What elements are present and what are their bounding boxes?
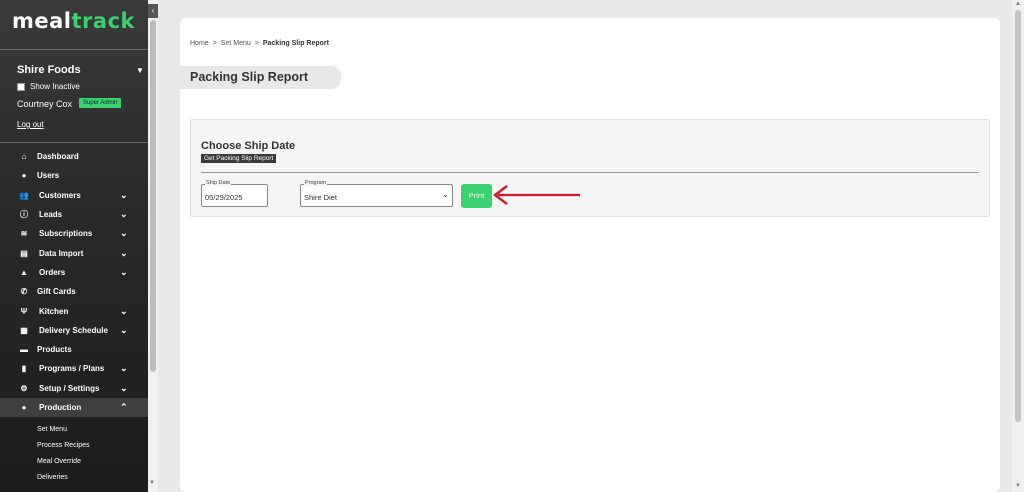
divider <box>201 172 979 173</box>
sidebar-item-label: Delivery Schedule <box>39 325 108 335</box>
sidebar-item-kitchen[interactable]: Ψ Kitchen ⌄ <box>0 301 148 320</box>
box-icon: ▬ <box>20 345 28 355</box>
submenu-item-process-recipes[interactable]: Process Recipes <box>0 437 148 453</box>
chevron-up-icon[interactable]: ⌃ <box>120 402 128 413</box>
chevron-down-icon: ⌄ <box>442 190 449 199</box>
sidebar-item-label: Gift Cards <box>37 287 76 297</box>
show-inactive-label: Show Inactive <box>30 82 80 91</box>
annotation-arrow-icon <box>493 185 580 205</box>
sidebar-item-label: Programs / Plans <box>39 364 105 374</box>
sidebar-item-delivery-schedule[interactable]: ▦ Delivery Schedule ⌄ <box>0 321 148 340</box>
sidebar-item-label: Users <box>37 171 60 181</box>
chevron-down-icon[interactable]: ⌄ <box>120 228 128 239</box>
chevron-down-icon[interactable]: ⌄ <box>120 190 128 201</box>
submenu-item-deliveries[interactable]: Deliveries <box>0 469 148 485</box>
sidebar-item-label: Orders <box>39 267 66 277</box>
calendar-icon: ▦ <box>20 325 28 335</box>
sidebar-item-leads[interactable]: ⓘ Leads ⌄ <box>0 205 148 224</box>
logout-link[interactable]: Log out <box>17 120 44 129</box>
breadcrumb-separator: > <box>254 40 259 47</box>
ship-date-value: 05/29/2025 <box>205 193 243 202</box>
sidebar-item-products[interactable]: ▬ Products <box>0 340 148 359</box>
panel-title: Choose Ship Date <box>201 140 296 152</box>
file-icon: ▤ <box>20 248 28 258</box>
ship-date-label: Ship Date <box>205 180 232 186</box>
sidebar-item-label: Subscriptions <box>39 229 93 239</box>
sidebar-item-label: Leads <box>39 210 63 220</box>
sidebar-item-label: Dashboard <box>37 152 79 162</box>
show-inactive-checkbox[interactable] <box>17 82 25 91</box>
scrollbar-thumb[interactable] <box>150 20 156 372</box>
chevron-down-icon[interactable]: ⌄ <box>120 248 128 259</box>
scroll-down-icon[interactable]: ▼ <box>149 480 155 486</box>
page-title: Packing Slip Report <box>180 66 341 89</box>
sidebar-scrollbar[interactable]: ‹ ▼ <box>148 0 158 492</box>
sidebar-item-label: Production <box>39 403 82 412</box>
chevron-down-icon[interactable]: ⌄ <box>120 325 128 336</box>
sidebar-item-label: Kitchen <box>39 306 69 316</box>
sidebar-item-users[interactable]: ● Users <box>0 166 148 185</box>
chevron-down-icon[interactable]: ⌄ <box>120 267 128 278</box>
ship-date-field[interactable]: Ship Date 05/29/2025 <box>201 180 268 207</box>
org-name[interactable]: Shire Foods <box>17 64 81 76</box>
bag-icon: ▲ <box>20 267 28 277</box>
sidebar-item-label: Products <box>37 345 72 355</box>
chevron-down-icon[interactable]: ⌄ <box>120 363 128 374</box>
chevron-down-icon[interactable]: ⌄ <box>120 209 128 220</box>
sidebar-item-subscriptions[interactable]: ≋ Subscriptions ⌄ <box>0 224 148 243</box>
program-select[interactable]: Program Shire Diet ⌄ <box>300 180 453 207</box>
role-badge: Super Admin <box>79 98 122 108</box>
breadcrumb: Home > Set Menu > Packing Slip Report <box>190 40 329 47</box>
breadcrumb-current: Packing Slip Report <box>262 40 329 47</box>
sidebar-item-label: Data Import <box>39 248 84 258</box>
breadcrumb-set-menu[interactable]: Set Menu <box>221 40 251 47</box>
clipboard-icon: ▮ <box>21 364 27 374</box>
sidebar-item-programs-plans[interactable]: ▮ Programs / Plans ⌄ <box>0 359 148 378</box>
print-button[interactable]: Print <box>461 184 492 208</box>
submenu-item-set-menu[interactable]: Set Menu <box>0 421 148 437</box>
sidebar-nav: ⌂ Dashboard ● Users 👥 Customers ⌄ ⓘ Leads ⌄ ≋ Subsc… <box>0 147 148 418</box>
sidebar-item-label: Customers <box>39 190 81 200</box>
sidebar-item-setup-settings[interactable]: ⚙ Setup / Settings ⌄ <box>0 379 148 398</box>
sidebar-item-production[interactable]: ● Production ⌃ <box>0 397 148 418</box>
breadcrumb-home[interactable]: Home <box>190 40 209 47</box>
caret-down-icon[interactable]: ▼ <box>136 66 144 75</box>
sidebar-item-label: Setup / Settings <box>39 383 100 393</box>
program-value: Shire Diet <box>304 193 337 202</box>
sidebar-item-dashboard[interactable]: ⌂ Dashboard <box>0 147 148 166</box>
program-label: Program <box>304 180 328 186</box>
users-icon: 👥 <box>19 190 29 200</box>
report-badge: Get Packing Slip Report <box>201 154 277 163</box>
collapse-sidebar-icon[interactable]: ‹ <box>148 4 158 18</box>
breadcrumb-separator: > <box>212 40 217 47</box>
production-submenu: Set Menu Process Recipes Meal Override Deli… <box>0 421 148 485</box>
chevron-down-icon[interactable]: ⌄ <box>120 306 128 317</box>
scroll-up-icon[interactable]: ▲ <box>1015 1 1021 7</box>
sidebar: mealtrack Shire Foods ▼ Show Inactive Co… <box>0 0 148 492</box>
show-inactive-toggle[interactable]: Show Inactive <box>17 82 80 91</box>
phone-icon: ✆ <box>20 287 28 297</box>
ship-date-panel: Choose Ship Date Get Packing Slip Report… <box>190 119 990 217</box>
user-name: Courtney Cox <box>17 99 73 109</box>
submenu-item-meal-override[interactable]: Meal Override <box>0 453 148 469</box>
sidebar-item-data-import[interactable]: ▤ Data Import ⌄ <box>0 243 148 262</box>
layers-icon: ≋ <box>20 229 28 239</box>
sidebar-item-orders[interactable]: ▲ Orders ⌄ <box>0 263 148 282</box>
sidebar-item-customers[interactable]: 👥 Customers ⌄ <box>0 186 148 205</box>
info-icon: ⓘ <box>20 210 28 220</box>
page-scrollbar[interactable]: ▲ ▼ <box>1012 0 1024 492</box>
user-icon: ● <box>21 171 27 181</box>
user-icon: ● <box>21 403 27 412</box>
divider <box>0 142 148 143</box>
home-icon: ⌂ <box>21 152 27 162</box>
sidebar-item-gift-cards[interactable]: ✆ Gift Cards <box>0 282 148 301</box>
mealtrack-logo[interactable]: mealtrack <box>12 9 135 33</box>
chevron-down-icon[interactable]: ⌄ <box>120 383 128 394</box>
divider <box>0 49 148 50</box>
main-card: Home > Set Menu > Packing Slip Report Pa… <box>180 18 1000 492</box>
scroll-down-icon[interactable]: ▼ <box>1015 483 1021 489</box>
utensils-icon: Ψ <box>20 306 28 316</box>
gear-icon: ⚙ <box>20 383 28 393</box>
scrollbar-thumb[interactable] <box>1015 10 1021 422</box>
